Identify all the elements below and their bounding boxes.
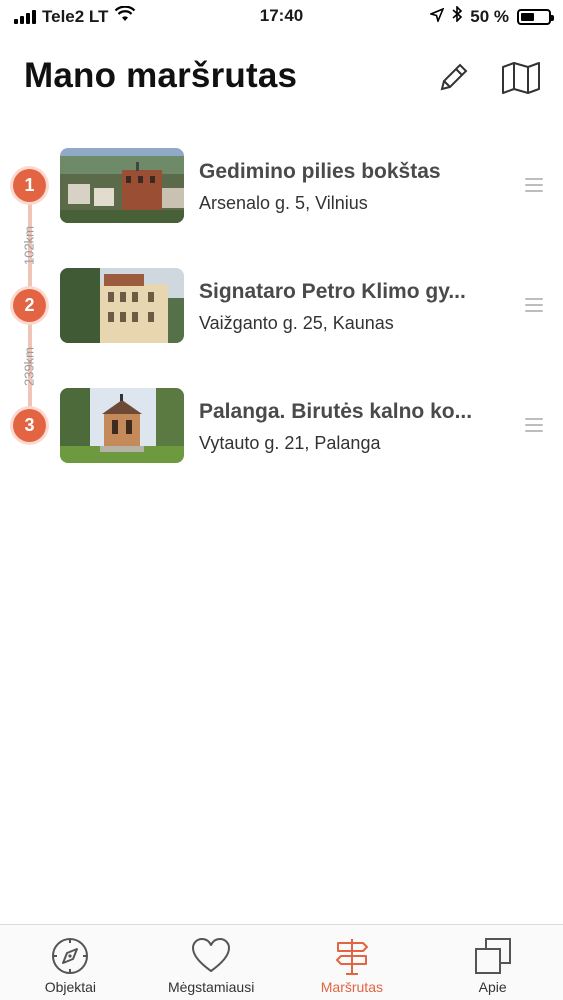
battery-fill (521, 12, 534, 21)
page-title: Mano maršrutas (24, 56, 298, 95)
tab-label: Mėgstamiausi (167, 979, 255, 995)
drag-handle-icon[interactable] (525, 418, 543, 432)
edit-button[interactable] (433, 58, 473, 98)
battery-percent: 50 % (470, 6, 509, 26)
tab-apie[interactable]: Apie (422, 925, 563, 1000)
bluetooth-icon (452, 5, 463, 27)
location-arrow-icon (428, 7, 445, 27)
route-item-address: Vaižganto g. 25, Kaunas (199, 313, 394, 333)
compass-icon (49, 935, 91, 977)
route-item-image (60, 268, 184, 343)
drag-handle-icon[interactable] (525, 178, 543, 192)
route-item-address: Vytauto g. 21, Palanga (199, 433, 381, 453)
tab-objektai[interactable]: Objektai (0, 925, 141, 1000)
map-icon (502, 62, 540, 94)
drag-handle-icon[interactable] (525, 298, 543, 312)
route-item-address: Arsenalo g. 5, Vilnius (199, 193, 368, 213)
status-right: 50 % (428, 5, 554, 27)
route-item-image (60, 148, 184, 223)
heart-icon (190, 935, 232, 977)
route-stop-number: 2 (13, 289, 46, 322)
route-distance-1: 102km (21, 225, 37, 266)
route-item-title: Signataro Petro Klimo gy... (199, 280, 466, 303)
tab-label: Objektai (44, 979, 97, 995)
route-item[interactable]: 1 Gedimino pilies bokštas Arsenalo g. 5,… (0, 146, 563, 226)
tab-marsrutas[interactable]: Maršrutas (282, 925, 423, 1000)
tab-label: Maršrutas (320, 979, 383, 995)
route-item-image (60, 388, 184, 463)
battery-icon (517, 8, 554, 25)
tab-megstamiausi[interactable]: Mėgstamiausi (141, 925, 282, 1000)
route-item[interactable]: 3 Palanga. Birutės kalno ko... Vytauto g… (0, 386, 563, 466)
map-button[interactable] (501, 58, 541, 98)
route-item-title: Palanga. Birutės kalno ko... (199, 400, 473, 423)
route-distance-2: 239km (21, 346, 37, 387)
tab-bar: Objektai Mėgstamiausi Maršrutas Apie (0, 924, 563, 1000)
pencil-icon (440, 63, 468, 91)
route-item[interactable]: 2 Signataro Petro Klimo gy... Vaižganto … (0, 266, 563, 346)
route-item-title: Gedimino pilies bokštas (199, 160, 441, 183)
status-bar: Tele2 LT 17:40 50 % (0, 0, 563, 34)
signpost-icon (331, 935, 373, 977)
route-stop-number: 3 (13, 409, 46, 442)
header-actions (433, 58, 541, 98)
tab-label: Apie (478, 979, 507, 995)
copy-icon (472, 935, 514, 977)
route-stop-number: 1 (13, 169, 46, 202)
